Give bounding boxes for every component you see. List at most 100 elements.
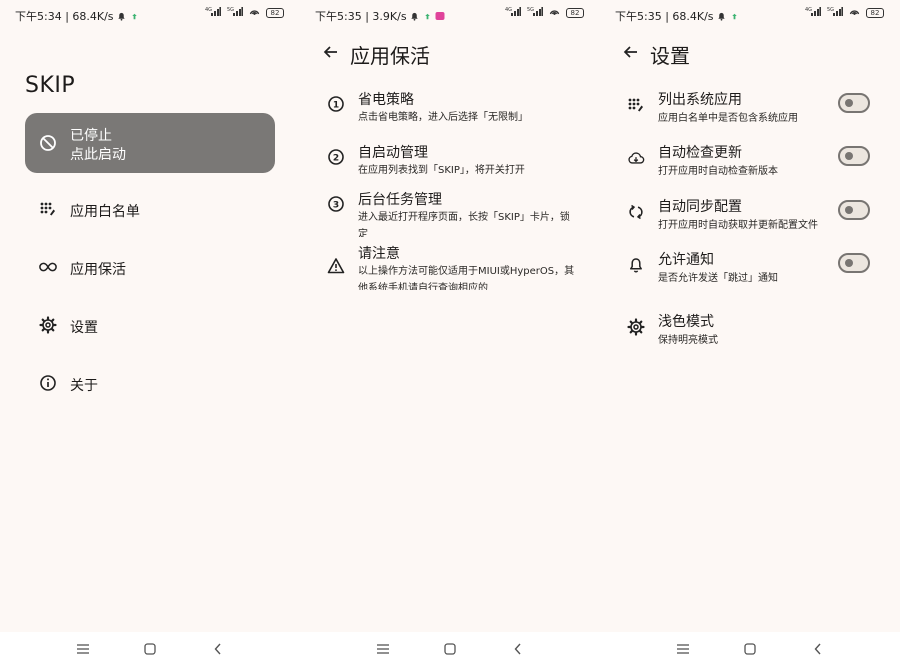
home-icon[interactable]: [141, 640, 159, 658]
setting-description: 打开应用时自动检查新版本: [658, 166, 778, 177]
status-time-speed: 下午5:34 | 68.4K/s: [15, 10, 114, 23]
signal-5g-icon: 5G: [527, 6, 543, 19]
back-nav-icon[interactable]: [809, 640, 827, 658]
gear-icon: [39, 316, 57, 334]
notice-description: 以上操作方法可能仅适用于MIUI或HyperOS，其他系统手机请自行查询相应的: [358, 266, 575, 290]
svg-text:2: 2: [333, 154, 339, 164]
hotspot-icon: [849, 6, 860, 19]
signal-4g-icon: 4G: [505, 6, 521, 19]
dots-grid-icon: [39, 200, 57, 218]
back-nav-icon[interactable]: [509, 640, 527, 658]
back-arrow-icon[interactable]: [622, 43, 640, 61]
system-nav-bar: [600, 632, 900, 666]
setting-light-mode[interactable]: 浅色模式 保持明亮模式: [600, 311, 900, 355]
system-nav-bar: [0, 632, 300, 666]
step-description: 进入最近打开程序页面，长按「SKIP」卡片，锁定: [358, 212, 570, 237]
signal-5g-icon: 5G: [227, 6, 243, 19]
top-app-bar: 设置: [600, 36, 900, 70]
setting-list-system-apps[interactable]: 列出系统应用 应用白名单中是否包含系统应用: [600, 89, 900, 133]
warning-icon: [327, 257, 345, 275]
setting-title: 列出系统应用: [658, 92, 742, 108]
menu-item-keepalive[interactable]: 应用保活: [25, 247, 275, 287]
signal-5g-icon: 5G: [827, 6, 843, 19]
setting-auto-check-update[interactable]: 自动检查更新 打开应用时自动检查新版本: [600, 142, 900, 186]
notice-card: 请注意 以上操作方法可能仅适用于MIUI或HyperOS，其他系统手机请自行查询…: [300, 243, 600, 290]
setting-title: 自动检查更新: [658, 145, 742, 161]
step-title: 省电策略: [358, 92, 414, 108]
menu-icon[interactable]: [674, 640, 692, 658]
keepalive-screen: 下午5:35 | 3.9K/s 4G 5G 82 应用保活 1 省电策略 点击省…: [300, 0, 600, 666]
menu-item-whitelist[interactable]: 应用白名单: [25, 189, 275, 229]
notification-bell-icon: [717, 11, 726, 24]
setting-title: 浅色模式: [658, 314, 714, 330]
list-system-apps-toggle[interactable]: [838, 93, 870, 113]
step-title: 后台任务管理: [358, 192, 442, 208]
dots-grid-icon: [627, 96, 645, 114]
system-nav-bar: [300, 632, 600, 666]
status-bar: 下午5:35 | 3.9K/s 4G 5G 82: [300, 0, 600, 28]
app-notification-icon: [435, 11, 445, 24]
auto-sync-config-toggle[interactable]: [838, 200, 870, 220]
cloud-download-icon: [627, 149, 645, 167]
setting-title: 自动同步配置: [658, 199, 742, 215]
menu-icon[interactable]: [374, 640, 392, 658]
app-notification-icon: [130, 11, 139, 24]
notification-bell-icon: [410, 11, 419, 24]
setting-allow-notification[interactable]: 允许通知 是否允许发送「跳过」通知: [600, 249, 900, 293]
setting-description: 应用白名单中是否包含系统应用: [658, 113, 798, 124]
signal-4g-icon: 4G: [205, 6, 221, 19]
status-action-hint: 点此启动: [70, 147, 126, 163]
step-background-tasks[interactable]: 3 后台任务管理 进入最近打开程序页面，长按「SKIP」卡片，锁定: [300, 189, 600, 237]
number-2-icon: 2: [327, 148, 345, 166]
svg-text:1: 1: [333, 101, 339, 111]
battery-icon: 82: [266, 7, 284, 18]
svg-text:4G: 4G: [805, 7, 812, 13]
page-title: 应用保活: [350, 44, 430, 68]
step-battery-saver[interactable]: 1 省电策略 点击省电策略，进入后选择「无限制」: [300, 89, 600, 129]
svg-text:5G: 5G: [227, 7, 234, 13]
hotspot-icon: [549, 6, 560, 19]
step-description: 点击省电策略，进入后选择「无限制」: [358, 112, 528, 123]
status-bar: 下午5:35 | 68.4K/s 4G 5G 82: [600, 0, 900, 28]
notice-title: 请注意: [358, 246, 400, 262]
menu-item-label: 应用白名单: [70, 204, 140, 220]
home-screen: 下午5:34 | 68.4K/s 4G 5G 82 SKIP 已停止 点此启动 …: [0, 0, 300, 666]
top-app-bar: 应用保活: [300, 36, 600, 70]
home-icon[interactable]: [441, 640, 459, 658]
menu-item-label: 设置: [70, 320, 98, 336]
number-3-icon: 3: [327, 195, 345, 213]
status-label: 已停止: [70, 128, 112, 144]
number-1-icon: 1: [327, 95, 345, 113]
step-title: 自启动管理: [358, 145, 428, 161]
step-description: 在应用列表找到「SKIP」，将开关打开: [358, 165, 525, 176]
infinity-icon: [39, 258, 57, 276]
status-time-speed: 下午5:35 | 68.4K/s: [615, 10, 714, 23]
back-nav-icon[interactable]: [209, 640, 227, 658]
auto-check-update-toggle[interactable]: [838, 146, 870, 166]
setting-description: 是否允许发送「跳过」通知: [658, 273, 778, 284]
app-title: SKIP: [25, 73, 76, 98]
battery-icon: 82: [566, 7, 584, 18]
page-title: 设置: [650, 44, 690, 68]
step-autostart[interactable]: 2 自启动管理 在应用列表找到「SKIP」，将开关打开: [300, 142, 600, 182]
app-notification-icon: [730, 11, 739, 24]
svg-text:5G: 5G: [827, 7, 834, 13]
menu-icon[interactable]: [74, 640, 92, 658]
service-status-card[interactable]: 已停止 点此启动: [25, 113, 275, 173]
setting-title: 允许通知: [658, 252, 714, 268]
menu-item-settings[interactable]: 设置: [25, 305, 275, 345]
setting-description: 打开应用时自动获取并更新配置文件: [658, 220, 818, 231]
notification-bell-icon: [117, 11, 126, 24]
setting-auto-sync-config[interactable]: 自动同步配置 打开应用时自动获取并更新配置文件: [600, 196, 900, 240]
back-arrow-icon[interactable]: [322, 43, 340, 61]
menu-item-label: 应用保活: [70, 262, 126, 278]
toggle-knob: [845, 152, 853, 160]
home-icon[interactable]: [741, 640, 759, 658]
gear-icon: [627, 318, 645, 336]
svg-text:5G: 5G: [527, 7, 534, 13]
allow-notification-toggle[interactable]: [838, 253, 870, 273]
sync-icon: [627, 203, 645, 221]
hotspot-icon: [249, 6, 260, 19]
menu-item-about[interactable]: 关于: [25, 363, 275, 403]
status-bar: 下午5:34 | 68.4K/s 4G 5G 82: [0, 0, 300, 28]
